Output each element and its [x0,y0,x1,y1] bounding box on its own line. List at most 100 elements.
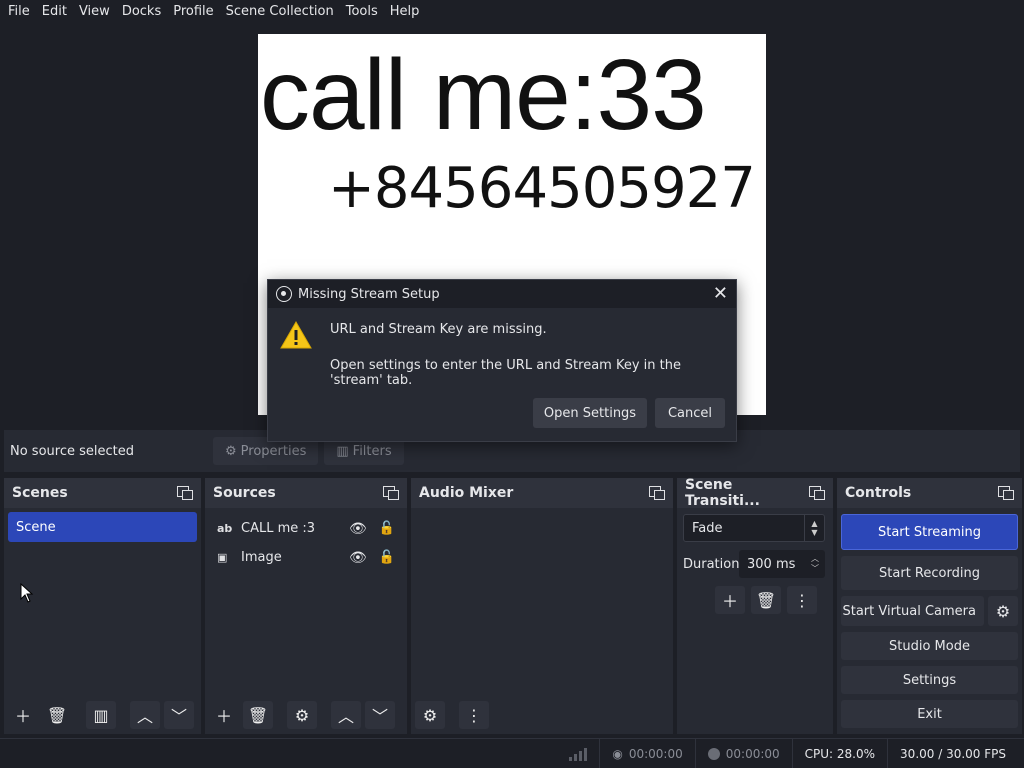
audio-mixer-dock-footer: ⚙ ⋮ [411,700,673,730]
updown-arrows-icon: ▲ ▼ [804,515,824,541]
gears-icon: ⚙ [422,705,438,725]
transition-menu-button[interactable]: ⋮ [787,586,817,614]
menu-profile[interactable]: Profile [167,0,219,24]
menu-bar: File Edit View Docks Profile Scene Colle… [0,0,1024,24]
menu-edit[interactable]: Edit [36,0,73,24]
duration-row: Duration 300 ms ︿ ﹀ [683,550,825,578]
controls-dock-title: Controls [845,485,912,501]
exit-button[interactable]: Exit [841,700,1018,728]
audio-mixer-dock-title: Audio Mixer [419,485,514,501]
scenes-dock-title: Scenes [12,485,68,501]
move-scene-down-button[interactable]: ﹀ [164,701,194,729]
start-virtual-camera-button[interactable]: Start Virtual Camera [841,596,984,626]
plus-icon: ＋ [215,707,232,726]
audio-mixer-menu-button[interactable]: ⋮ [459,701,489,729]
undock-icon[interactable] [998,486,1014,500]
add-source-button[interactable]: ＋ [209,701,239,729]
settings-button[interactable]: Settings [841,666,1018,694]
spin-arrows-icon[interactable]: ︿ ﹀ [805,554,825,574]
scene-list-item[interactable]: Scene [8,512,197,542]
virtual-camera-row: Start Virtual Camera ⚙ [841,596,1018,626]
preview-text-phone: +84564505927 [328,156,756,221]
scene-filters-button[interactable]: ▥ [86,701,116,729]
duration-value: 300 ms [747,556,796,572]
scenes-dock-header: Scenes [4,478,201,508]
chevron-down-icon: ﹀ [170,707,187,726]
start-streaming-button[interactable]: Start Streaming [841,514,1018,550]
signal-bars-icon [569,747,588,761]
network-indicator [557,739,599,768]
transition-select[interactable]: Fade ▲ ▼ [683,514,825,542]
undock-icon[interactable] [383,486,399,500]
source-item-label: Image [241,550,282,565]
move-scene-up-button[interactable]: ︿ [130,701,160,729]
menu-help[interactable]: Help [384,0,426,24]
menu-docks[interactable]: Docks [116,0,167,24]
dialog-title: Missing Stream Setup [298,286,440,302]
sources-dock-header: Sources [205,478,407,508]
filter-icon: ▥ [336,443,349,459]
move-source-up-button[interactable]: ︿ [331,701,361,729]
undock-icon[interactable] [809,486,825,500]
transition-select-value: Fade [692,520,723,536]
plus-icon: ＋ [14,707,31,726]
undock-icon[interactable] [649,486,665,500]
sources-dock: Sources ab CALL me :3 👁 🔓 ▣ Image 👁 🔓 ＋ … [205,478,407,734]
sources-dock-footer: ＋ 🗑 ⚙ ︿ ﹀ [205,700,407,730]
chevron-up-icon: ︿ [136,707,153,726]
source-item[interactable]: ▣ Image 👁 🔓 [205,543,407,572]
scenes-dock-footer: ＋ 🗑 ▥ ︿ ﹀ [4,700,201,730]
image-icon: ▣ [217,551,228,564]
mouse-cursor-icon [20,583,34,603]
remove-scene-button[interactable]: 🗑 [42,701,72,729]
stream-status: ◉ 00:00:00 [599,739,694,768]
fps-readout: 30.00 / 30.00 FPS [887,739,1024,768]
status-bar: ◉ 00:00:00 00:00:00 CPU: 28.0% 30.00 / 3… [0,738,1024,768]
properties-label: Properties [240,443,307,459]
transition-buttons: ＋ 🗑 ⋮ [715,586,833,614]
start-recording-button[interactable]: Start Recording [841,556,1018,590]
eye-icon[interactable]: 👁 [349,550,367,566]
open-settings-button[interactable]: Open Settings [533,398,647,428]
undock-icon[interactable] [177,486,193,500]
remove-transition-button[interactable]: 🗑 [751,586,781,614]
dialog-message-primary: URL and Stream Key are missing. [330,322,547,337]
cancel-button[interactable]: Cancel [655,398,725,428]
filters-label: Filters [352,443,392,459]
eye-icon[interactable]: 👁 [349,521,367,537]
source-properties-button[interactable]: ⚙ [287,701,317,729]
trash-icon: 🗑 [755,590,777,610]
source-item[interactable]: ab CALL me :3 👁 🔓 [205,514,407,543]
virtual-camera-settings-button[interactable]: ⚙ [988,596,1018,626]
no-source-label: No source selected [10,443,134,459]
add-scene-button[interactable]: ＋ [8,701,38,729]
transitions-dock-title: Scene Transiti... [685,477,760,509]
duration-spinbox[interactable]: 300 ms ︿ ﹀ [739,550,825,578]
controls-dock-header: Controls [837,478,1022,508]
menu-view[interactable]: View [73,0,116,24]
chevron-up-icon: ︿ [337,707,354,726]
cpu-usage: CPU: 28.0% [791,739,887,768]
duration-label: Duration [683,556,740,572]
filter-icon: ▥ [93,705,109,725]
preview-text-large: call me:33 [260,39,707,151]
missing-stream-setup-dialog: Missing Stream Setup ✕ URL and Stream Ke… [267,279,737,442]
studio-mode-button[interactable]: Studio Mode [841,632,1018,660]
menu-scene-collection[interactable]: Scene Collection [220,0,340,24]
menu-tools[interactable]: Tools [340,0,384,24]
scene-transitions-dock: Scene Transiti... Fade ▲ ▼ Duration 300 m… [677,477,833,734]
move-source-down-button[interactable]: ﹀ [365,701,395,729]
transitions-dock-header: Scene Transiti... [677,477,833,509]
text-icon: ab [217,522,233,535]
menu-file[interactable]: File [2,0,36,24]
advanced-audio-button[interactable]: ⚙ [415,701,445,729]
remove-source-button[interactable]: 🗑 [243,701,273,729]
kebab-menu-icon: ⋮ [794,590,810,610]
lock-icon[interactable]: 🔓 [379,550,395,565]
lock-icon[interactable]: 🔓 [379,521,395,536]
record-dot-icon [707,747,720,760]
dialog-titlebar: Missing Stream Setup ✕ [268,280,736,308]
obs-logo-icon [276,286,292,302]
add-transition-button[interactable]: ＋ [715,586,745,614]
close-icon[interactable]: ✕ [713,283,728,304]
